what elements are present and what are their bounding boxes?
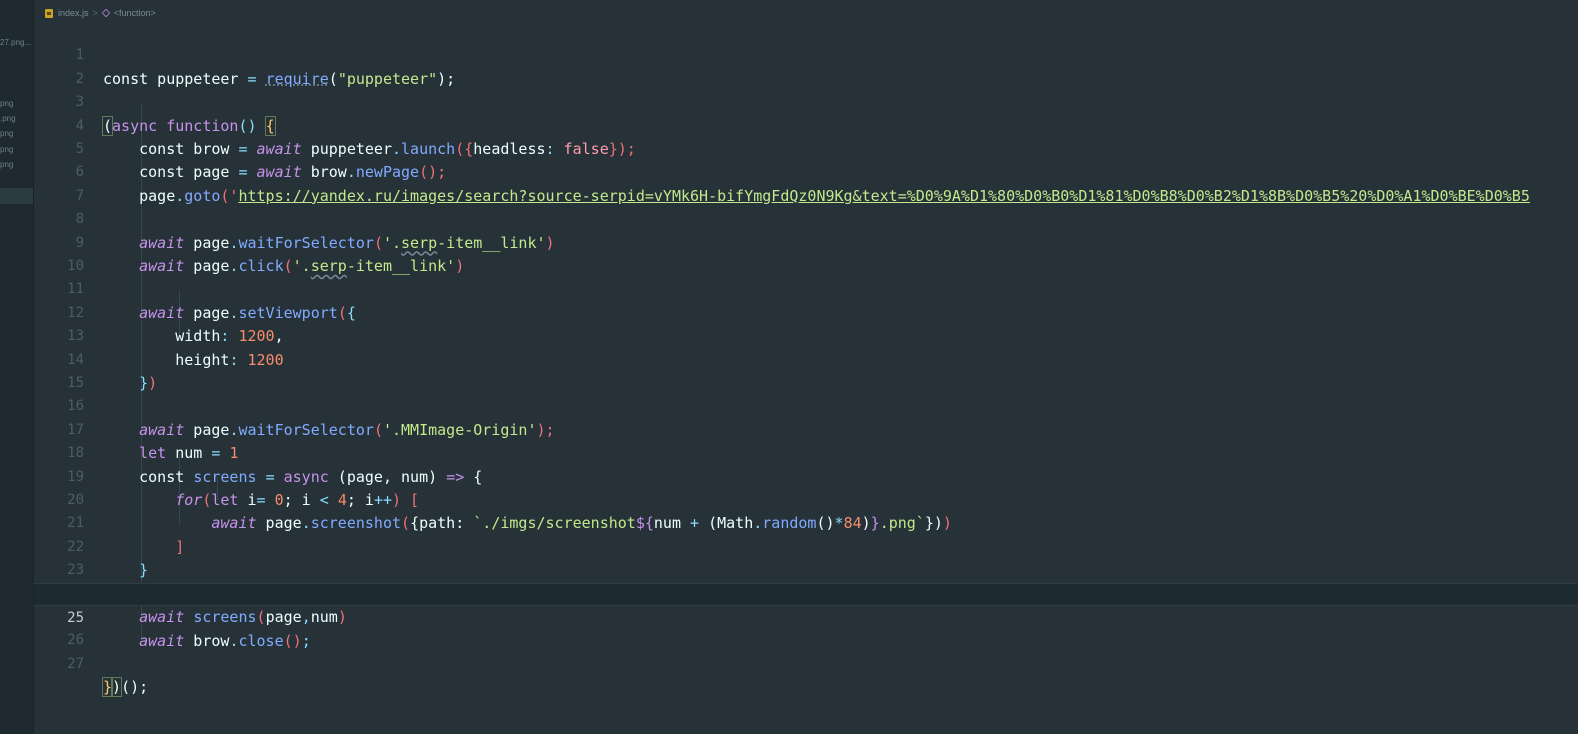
- code-line[interactable]: 2: [34, 44, 1578, 87]
- code-line[interactable]: 15: [34, 349, 1578, 391]
- code-line[interactable]: 18 const screens = async (page, num) => …: [34, 419, 1578, 485]
- code-line[interactable]: 16 await page.waitForSelector('.MMImage-…: [34, 372, 1578, 438]
- code-line-current[interactable]: 25 await brow.close();: [34, 582, 1578, 650]
- code-editor[interactable]: 1 const puppeteer = require("puppeteer")…: [34, 21, 1578, 734]
- sidebar-file-item[interactable]: png: [0, 99, 13, 108]
- sidebar-file-item[interactable]: png: [0, 145, 13, 154]
- code-line[interactable]: 1 const puppeteer = require("puppeteer")…: [34, 21, 1578, 87]
- code-line[interactable]: 14 }): [34, 325, 1578, 392]
- code-line[interactable]: 12 width: 1200,: [34, 278, 1578, 345]
- sidebar-file-item[interactable]: .png: [0, 114, 16, 123]
- sidebar-file-item[interactable]: png: [0, 129, 13, 138]
- symbol-function-icon: [101, 8, 111, 18]
- file-explorer-sidebar[interactable]: 27.png... png .png png png png: [0, 0, 34, 734]
- code-line[interactable]: 23: [34, 536, 1578, 578]
- code-line[interactable]: 24 await screens(page,num): [34, 559, 1578, 626]
- code-line[interactable]: 13 height: 1200: [34, 302, 1578, 368]
- code-line[interactable]: 20 await page.screenshot({path: `./imgs/…: [34, 466, 1578, 532]
- code-line[interactable]: 3 (async function() {: [34, 68, 1578, 136]
- sidebar-selected-row[interactable]: [0, 188, 33, 204]
- token: (): [121, 678, 140, 697]
- code-line[interactable]: 8 await page.waitForSelector('.serp-item…: [34, 185, 1578, 251]
- code-line[interactable]: 17 let num = 1: [34, 395, 1578, 462]
- breadcrumb-symbol[interactable]: <function>: [114, 8, 156, 18]
- code-line[interactable]: 11 await page.setViewport({: [34, 255, 1578, 321]
- code-line[interactable]: 27 })();: [34, 629, 1578, 698]
- breadcrumb-file[interactable]: index.js: [58, 8, 89, 18]
- code-line[interactable]: 10: [34, 232, 1578, 274]
- code-text: })();: [101, 676, 149, 699]
- code-line[interactable]: 7: [34, 161, 1578, 204]
- code-line[interactable]: 22 }: [34, 512, 1578, 579]
- token: ): [111, 677, 123, 698]
- code-line[interactable]: 21 ]: [34, 489, 1578, 555]
- line-number: 27: [67, 655, 84, 672]
- code-line[interactable]: 6 page.goto('https://yandex.ru/images/se…: [34, 138, 1578, 204]
- javascript-file-icon: [45, 8, 53, 18]
- code-line[interactable]: 5 const page = await brow.newPage();: [34, 115, 1578, 181]
- sidebar-file-item[interactable]: 27.png...: [0, 38, 31, 47]
- code-line[interactable]: 19 for(let i= 0; i < 4; i++) [: [34, 442, 1578, 509]
- code-line[interactable]: 9 await page.click('.serp-item__link'): [34, 208, 1578, 275]
- sidebar-file-item[interactable]: png: [0, 160, 13, 169]
- code-line[interactable]: 4 const brow = await puppeteer.launch({h…: [34, 91, 1578, 158]
- code-line[interactable]: 26: [34, 606, 1578, 648]
- token: }: [101, 677, 114, 698]
- breadcrumb: index.js > <function>: [34, 6, 1578, 20]
- token: ;: [139, 678, 149, 697]
- breadcrumb-separator: >: [92, 8, 98, 18]
